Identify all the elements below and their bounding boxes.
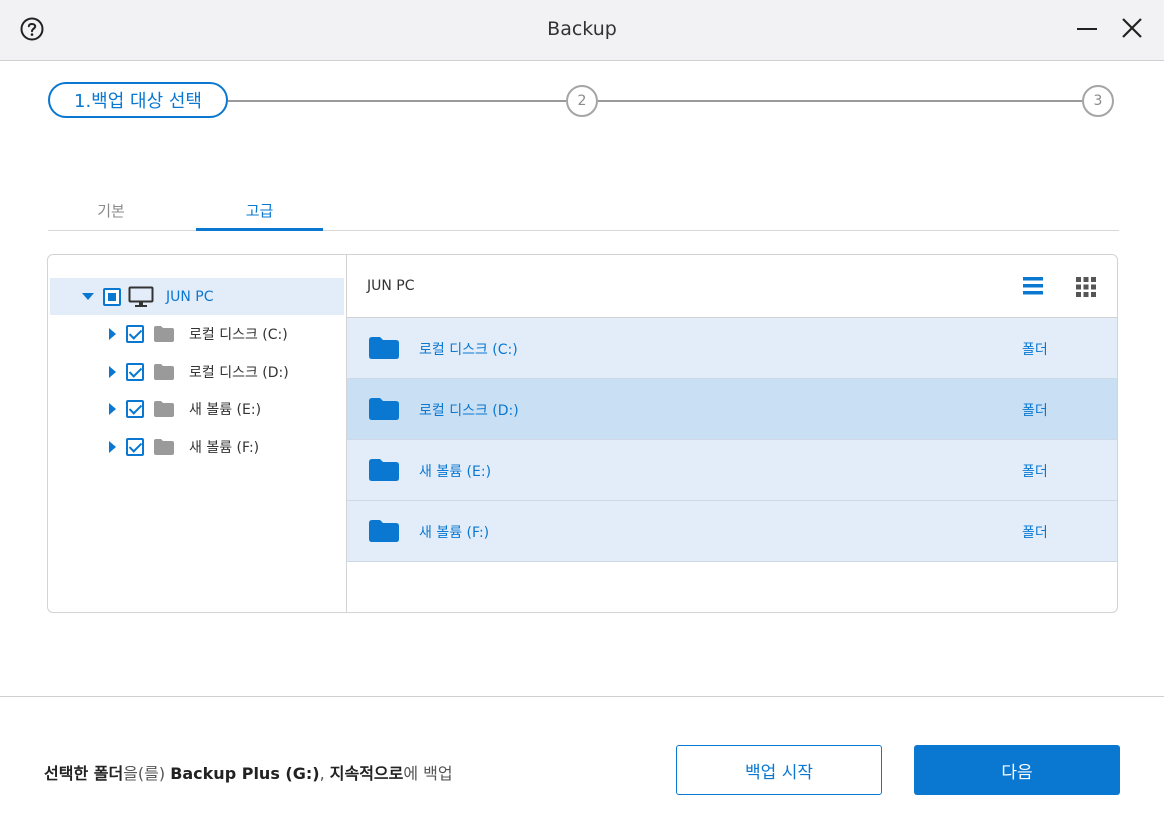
item-type: 폴더 xyxy=(1022,342,1048,358)
tree-item-drive-f[interactable]: 새 볼륨 (F:) xyxy=(50,428,344,465)
folder-icon xyxy=(369,337,399,359)
chevron-right-icon[interactable] xyxy=(109,327,116,340)
close-icon[interactable] xyxy=(1120,16,1144,40)
content-header: JUN PC xyxy=(347,255,1117,318)
summary-source: 선택한 폴더 xyxy=(44,764,124,783)
tree-item-drive-c[interactable]: 로컬 디스크 (C:) xyxy=(50,315,344,352)
minimize-icon[interactable] xyxy=(1076,18,1098,40)
item-type: 폴더 xyxy=(1022,464,1048,480)
title-bar: Backup xyxy=(0,0,1164,61)
tab-advanced[interactable]: 고급 xyxy=(196,200,323,221)
folder-icon xyxy=(154,325,174,342)
checkbox[interactable] xyxy=(126,324,144,343)
folder-icon xyxy=(154,363,174,380)
tree-item-label: 로컬 디스크 (D:) xyxy=(189,364,289,381)
summary-text-1: 을(를) xyxy=(123,764,171,783)
checkbox[interactable] xyxy=(126,362,144,381)
tree-item-drive-e[interactable]: 새 볼륨 (E:) xyxy=(50,390,344,427)
tree-item-label: JUN PC xyxy=(166,288,214,305)
step-connector-2 xyxy=(598,100,1082,102)
checkbox[interactable] xyxy=(126,437,144,456)
list-item-drive-e[interactable]: 새 볼륨 (E:) 폴더 xyxy=(347,440,1117,501)
active-tab-indicator xyxy=(196,228,323,231)
folder-icon xyxy=(369,459,399,481)
chevron-right-icon[interactable] xyxy=(109,402,116,415)
list-view-icon[interactable] xyxy=(1023,277,1043,295)
chevron-right-icon[interactable] xyxy=(109,365,116,378)
summary-destination: Backup Plus (G:) xyxy=(170,764,320,783)
summary-text-2: , xyxy=(319,764,330,783)
tree-item-drive-d[interactable]: 로컬 디스크 (D:) xyxy=(50,353,344,390)
folder-content: JUN PC 로컬 디스크 (C:) 폴더 로컬 디스크 (D:) 폴더 새 볼… xyxy=(347,255,1117,612)
folder-icon xyxy=(369,520,399,542)
list-item-drive-f[interactable]: 새 볼륨 (F:) 폴더 xyxy=(347,501,1117,562)
list-item-drive-d[interactable]: 로컬 디스크 (D:) 폴더 xyxy=(347,379,1117,440)
step-3-circle: 3 xyxy=(1082,85,1114,117)
next-button[interactable]: 다음 xyxy=(914,745,1120,795)
list-item-drive-c[interactable]: 로컬 디스크 (C:) 폴더 xyxy=(347,318,1117,379)
item-name: 새 볼륨 (E:) xyxy=(419,464,492,480)
chevron-down-icon[interactable] xyxy=(82,293,94,300)
checkbox[interactable] xyxy=(126,399,144,418)
grid-view-icon[interactable] xyxy=(1076,277,1096,297)
tree-item-label: 새 볼륨 (F:) xyxy=(189,439,260,456)
summary-text-3: 에 백업 xyxy=(403,764,453,783)
footer-divider xyxy=(0,696,1164,697)
step-connector-1 xyxy=(228,100,566,102)
folder-icon xyxy=(154,438,174,455)
tree-item-root[interactable]: JUN PC xyxy=(50,278,344,315)
partial-checkbox[interactable] xyxy=(103,287,121,306)
tree-item-label: 새 볼륨 (E:) xyxy=(189,401,262,418)
step-1-select-target: 1.백업 대상 선택 xyxy=(48,82,228,118)
window-title: Backup xyxy=(547,18,617,40)
item-name: 로컬 디스크 (D:) xyxy=(419,403,519,419)
selection-panel: JUN PC 로컬 디스크 (C:) 로컬 디스크 (D:) 새 볼륨 (E:)… xyxy=(47,254,1118,613)
tab-basic[interactable]: 기본 xyxy=(48,200,174,221)
monitor-icon xyxy=(128,286,154,307)
step-2-circle: 2 xyxy=(566,85,598,117)
folder-icon xyxy=(154,400,174,417)
item-type: 폴더 xyxy=(1022,403,1048,419)
item-type: 폴더 xyxy=(1022,525,1048,541)
tree-item-label: 로컬 디스크 (C:) xyxy=(189,326,288,343)
folder-tree: JUN PC 로컬 디스크 (C:) 로컬 디스크 (D:) 새 볼륨 (E:)… xyxy=(48,255,347,612)
backup-summary: 선택한 폴더을(를) Backup Plus (G:), 지속적으로에 백업 xyxy=(44,760,453,784)
start-backup-button[interactable]: 백업 시작 xyxy=(676,745,882,795)
item-name: 새 볼륨 (F:) xyxy=(419,525,490,541)
summary-schedule: 지속적으로 xyxy=(329,764,404,783)
chevron-right-icon[interactable] xyxy=(109,440,116,453)
current-path: JUN PC xyxy=(367,278,415,294)
item-name: 로컬 디스크 (C:) xyxy=(419,342,518,358)
folder-icon xyxy=(369,398,399,420)
